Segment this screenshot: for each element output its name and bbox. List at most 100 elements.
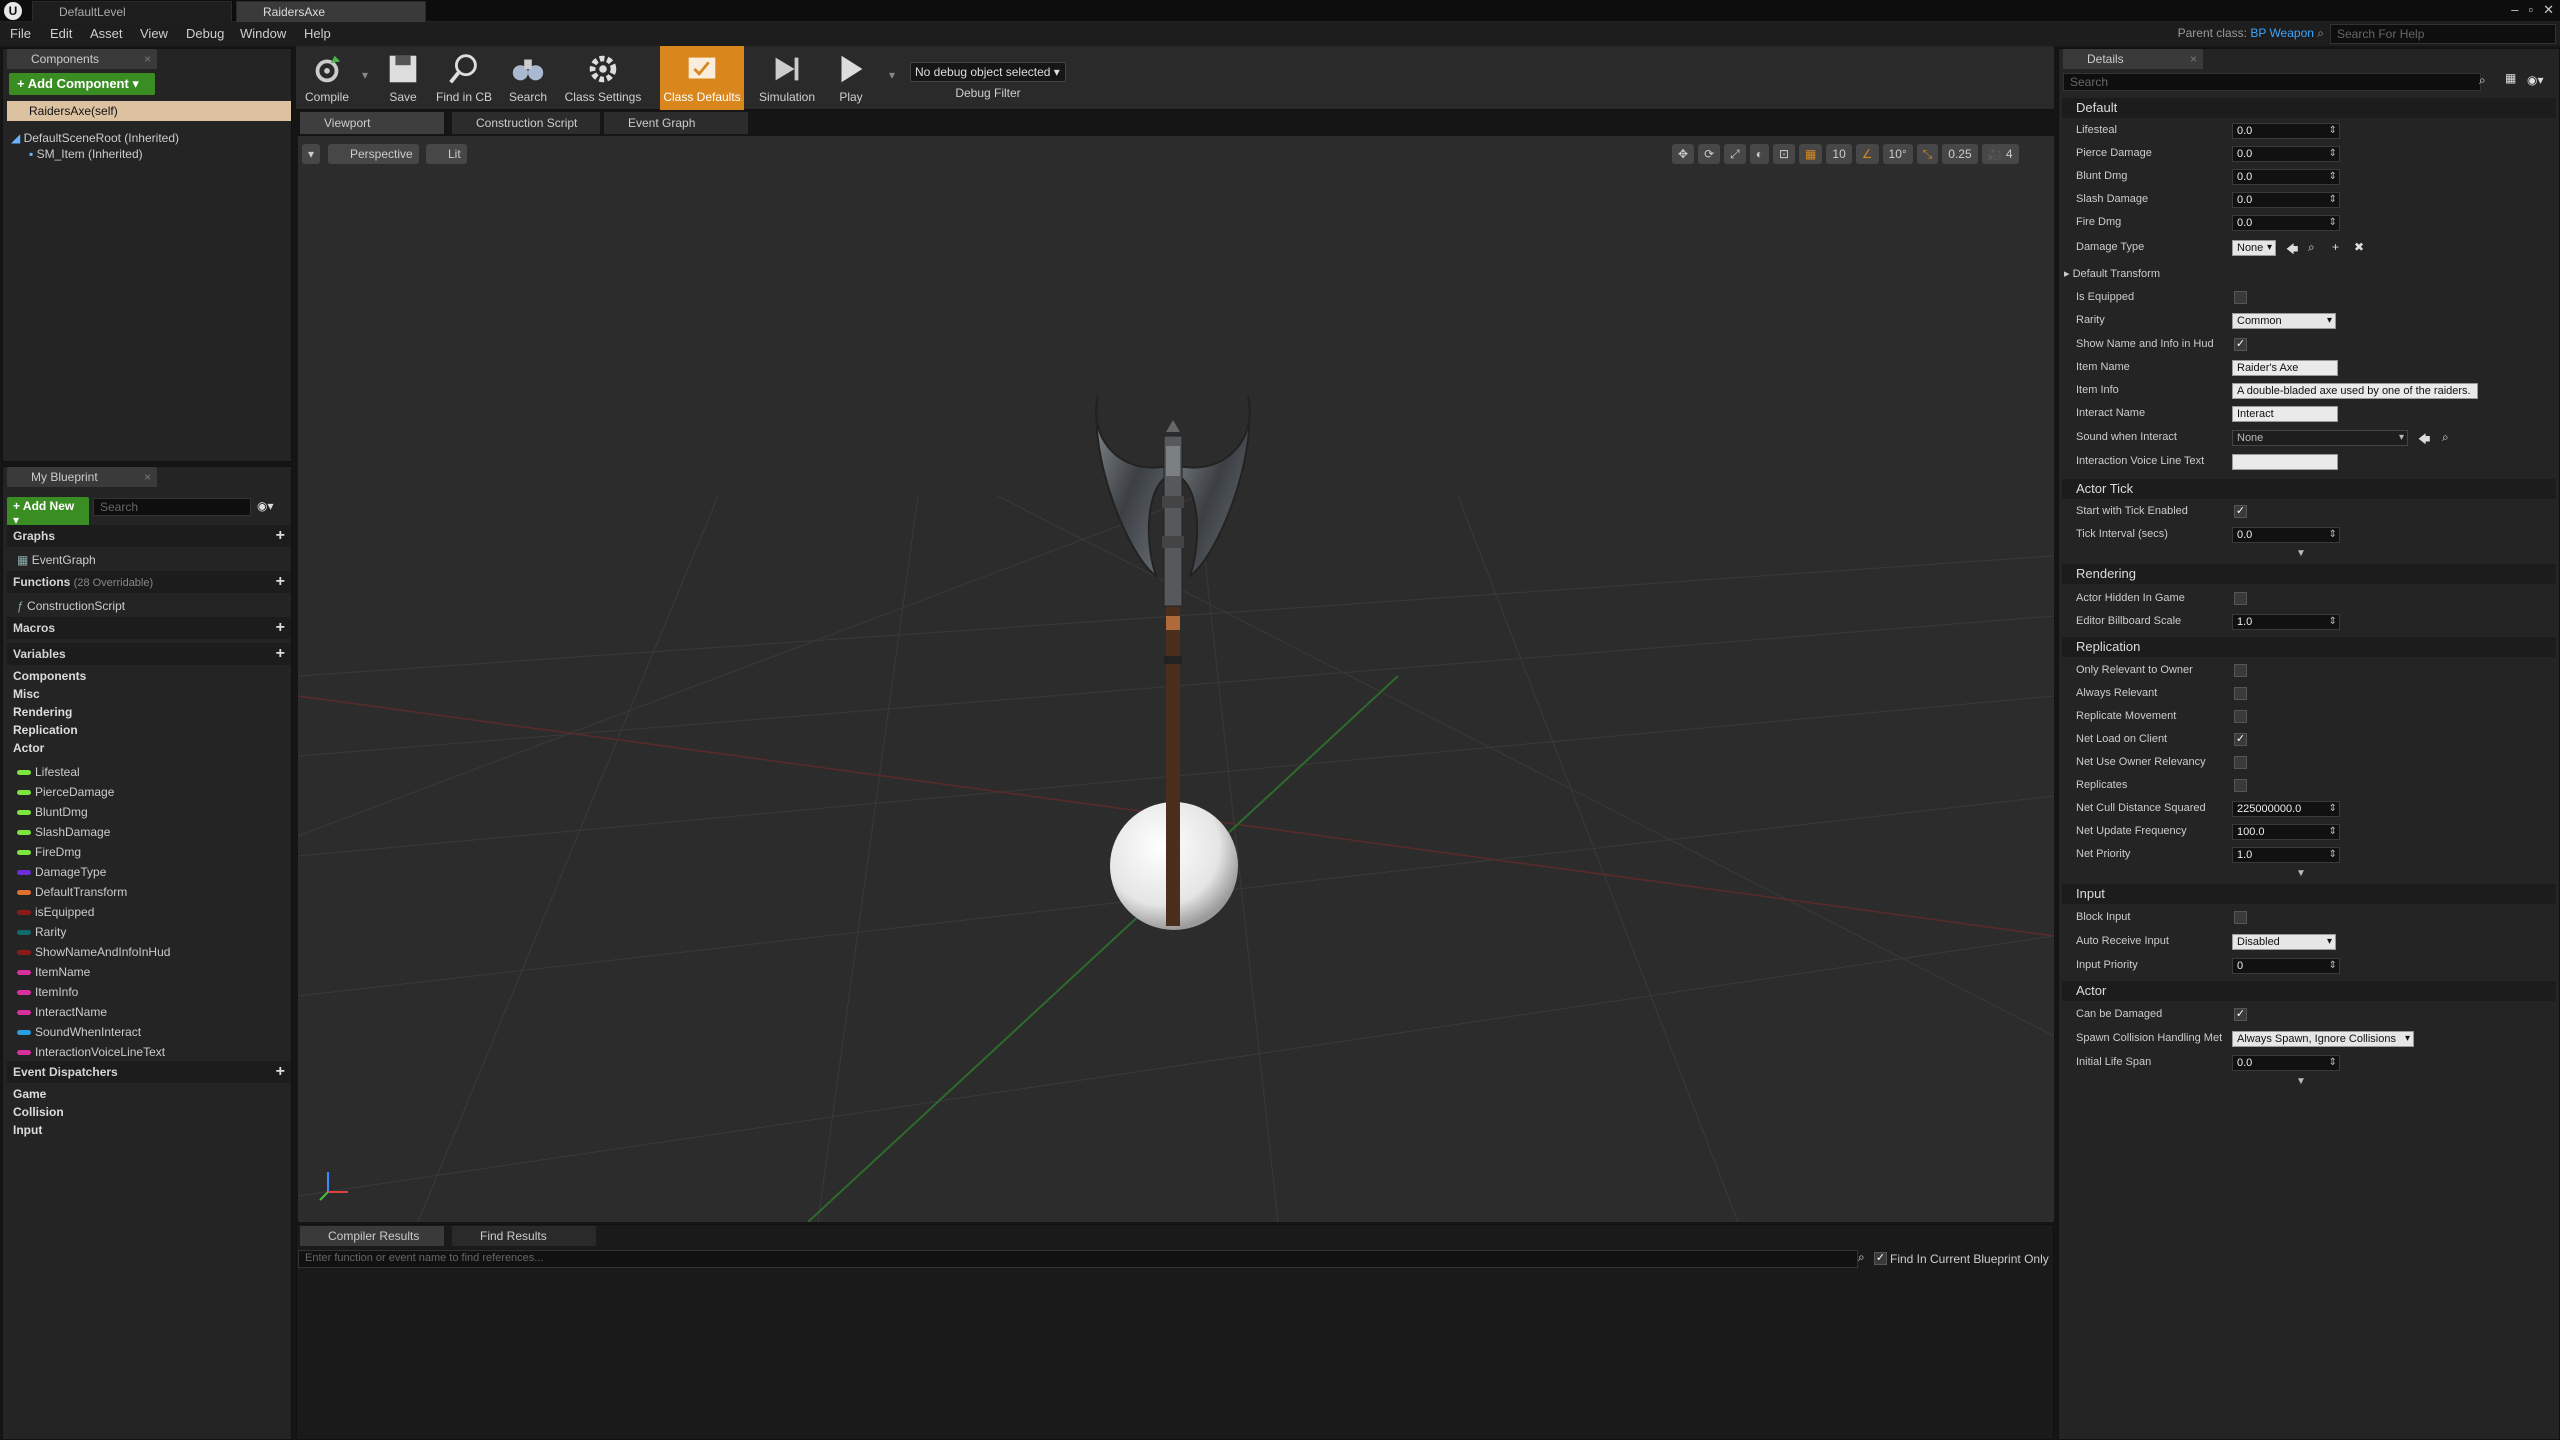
grid-snap-icon[interactable]: ▦	[1799, 144, 1823, 164]
menu-asset[interactable]: Asset	[90, 26, 123, 41]
save-button[interactable]: Save	[378, 46, 428, 110]
debug-object-select[interactable]: No debug object selected ▾	[910, 62, 1066, 82]
grid-view-icon[interactable]: ▦	[2505, 71, 2516, 85]
simulation-button[interactable]: Simulation	[754, 46, 820, 110]
input-priority-field[interactable]: 0	[2232, 958, 2340, 974]
replicates-checkbox[interactable]	[2234, 779, 2247, 792]
close-icon[interactable]: ×	[144, 49, 151, 69]
scale-snap-icon[interactable]: ⤡	[1916, 144, 1939, 164]
menu-help[interactable]: Help	[304, 26, 331, 41]
variable-item[interactable]: FireDmg	[17, 845, 81, 859]
add-graph-icon[interactable]: +	[276, 525, 285, 547]
variable-item[interactable]: ItemName	[17, 965, 90, 979]
rotation-snap-icon[interactable]: ∠	[1855, 144, 1879, 164]
play-options-dropdown[interactable]: ▾	[886, 46, 898, 110]
show-name-checkbox[interactable]: ✓	[2234, 338, 2247, 351]
dispatcher-category-collision[interactable]: Collision	[13, 1105, 64, 1119]
parent-class-link[interactable]: BP Weapon	[2250, 26, 2314, 40]
translate-icon[interactable]: ✥	[1672, 144, 1695, 164]
search-button[interactable]: Search	[500, 46, 556, 110]
var-category-replication[interactable]: Replication	[13, 723, 78, 737]
dispatcher-category-input[interactable]: Input	[13, 1123, 42, 1137]
interact-name-field[interactable]: Interact	[2232, 406, 2338, 422]
add-variable-icon[interactable]: +	[276, 643, 285, 665]
start-tick-checkbox[interactable]: ✓	[2234, 505, 2247, 518]
replicate-movement-checkbox[interactable]	[2234, 710, 2247, 723]
functions-section-header[interactable]: Functions (28 Overridable) +	[7, 571, 291, 593]
slash-damage-field[interactable]: 0.0	[2232, 192, 2340, 208]
add-macro-icon[interactable]: +	[276, 617, 285, 639]
component-sm-item[interactable]: ▪ SM_Item (Inherited)	[29, 147, 143, 161]
world-local-icon[interactable]: ◐	[1749, 144, 1769, 164]
find-current-only-checkbox[interactable]: ✓	[1874, 1252, 1887, 1265]
fire-dmg-field[interactable]: 0.0	[2232, 215, 2340, 231]
component-default-scene-root[interactable]: ◢ DefaultSceneRoot (Inherited)	[11, 131, 179, 145]
sound-select[interactable]: None	[2232, 430, 2408, 446]
expand-advanced-icon[interactable]: ▼	[2296, 1076, 2306, 1087]
add-icon[interactable]: +	[2332, 240, 2339, 254]
tab-viewport[interactable]: Viewport	[300, 112, 444, 134]
variable-item[interactable]: InteractionVoiceLineText	[17, 1045, 165, 1059]
default-transform-row[interactable]: ▸ Default Transform	[2064, 267, 2160, 280]
close-icon[interactable]: ×	[144, 467, 151, 487]
components-tab[interactable]: Components ×	[7, 49, 157, 69]
tick-interval-field[interactable]: 0.0	[2232, 527, 2340, 543]
add-dispatcher-icon[interactable]: +	[276, 1061, 285, 1083]
viewport[interactable]: ▾ Perspective Lit ✥ ⟳ ⤢ ◐ ⊡ ▦ 10 ∠ 10° ⤡…	[298, 136, 2054, 1222]
net-load-checkbox[interactable]: ✓	[2234, 733, 2247, 746]
browse-icon[interactable]: ⌕	[2308, 240, 2315, 255]
arrow-left-icon[interactable]: 🡄	[2418, 430, 2430, 451]
billboard-scale-field[interactable]: 1.0	[2232, 614, 2340, 630]
camera-speed-button[interactable]: 🎥 4	[1981, 144, 2019, 164]
item-info-field[interactable]: A double-bladed axe used by one of the r…	[2232, 383, 2478, 399]
variable-item[interactable]: isEquipped	[17, 905, 94, 919]
browse-icon[interactable]: ⌕	[2317, 26, 2324, 40]
event-dispatchers-section-header[interactable]: Event Dispatchers +	[7, 1061, 291, 1083]
grid-snap-value[interactable]: 10	[1826, 144, 1852, 164]
variable-item[interactable]: Lifesteal	[17, 765, 80, 779]
details-section-rendering[interactable]: Rendering	[2062, 564, 2556, 584]
lit-button[interactable]: Lit	[426, 144, 467, 164]
auto-receive-input-select[interactable]: Disabled	[2232, 934, 2336, 950]
always-relevant-checkbox[interactable]	[2234, 687, 2247, 700]
visibility-eye-icon[interactable]: ◉▾	[2527, 73, 2544, 87]
voice-line-field[interactable]	[2232, 454, 2338, 470]
surface-snap-icon[interactable]: ⊡	[1772, 144, 1796, 164]
visibility-eye-icon[interactable]: ◉▾	[257, 499, 274, 513]
item-name-field[interactable]: Raider's Axe	[2232, 360, 2338, 376]
find-in-cb-button[interactable]: Find in CB	[432, 46, 496, 110]
details-section-default[interactable]: Default	[2062, 98, 2556, 118]
search-icon[interactable]: ⌕	[1858, 1250, 1865, 1265]
play-button[interactable]: Play	[826, 46, 876, 110]
close-icon[interactable]: ×	[2190, 49, 2197, 69]
damage-type-select[interactable]: None	[2232, 240, 2276, 256]
details-section-replication[interactable]: Replication	[2062, 637, 2556, 657]
can-be-damaged-checkbox[interactable]: ✓	[2234, 1008, 2247, 1021]
help-search-input[interactable]: Search For Help	[2330, 24, 2556, 44]
net-priority-field[interactable]: 1.0	[2232, 847, 2340, 863]
perspective-button[interactable]: Perspective	[328, 144, 419, 164]
scale-icon[interactable]: ⤢	[1724, 144, 1746, 164]
is-equipped-checkbox[interactable]	[2234, 291, 2247, 304]
variable-item[interactable]: SlashDamage	[17, 825, 110, 839]
function-item-constructionscript[interactable]: ƒ ConstructionScript	[17, 599, 125, 613]
tab-default-level[interactable]: DefaultLevel	[32, 1, 232, 22]
variable-item[interactable]: InteractName	[17, 1005, 107, 1019]
spawn-collision-select[interactable]: Always Spawn, Ignore Collisions	[2232, 1031, 2414, 1047]
blueprint-search-input[interactable]: Search	[93, 498, 251, 516]
variable-item[interactable]: BluntDmg	[17, 805, 88, 819]
tab-construction-script[interactable]: Construction Script	[452, 112, 600, 134]
details-section-actor-tick[interactable]: Actor Tick	[2062, 479, 2556, 499]
rotate-icon[interactable]: ⟳	[1698, 144, 1721, 164]
variables-section-header[interactable]: Variables +	[7, 643, 291, 665]
variable-item[interactable]: PierceDamage	[17, 785, 114, 799]
browse-icon[interactable]: ⌕	[2442, 430, 2449, 445]
net-update-frequency-field[interactable]: 100.0	[2232, 824, 2340, 840]
expand-advanced-icon[interactable]: ▼	[2296, 868, 2306, 879]
initial-life-span-field[interactable]: 0.0	[2232, 1055, 2340, 1071]
graphs-section-header[interactable]: Graphs +	[7, 525, 291, 547]
compile-options-dropdown[interactable]: ▾	[360, 46, 370, 110]
macros-section-header[interactable]: Macros +	[7, 617, 291, 639]
tab-event-graph[interactable]: Event Graph	[604, 112, 748, 134]
menu-edit[interactable]: Edit	[50, 26, 72, 41]
